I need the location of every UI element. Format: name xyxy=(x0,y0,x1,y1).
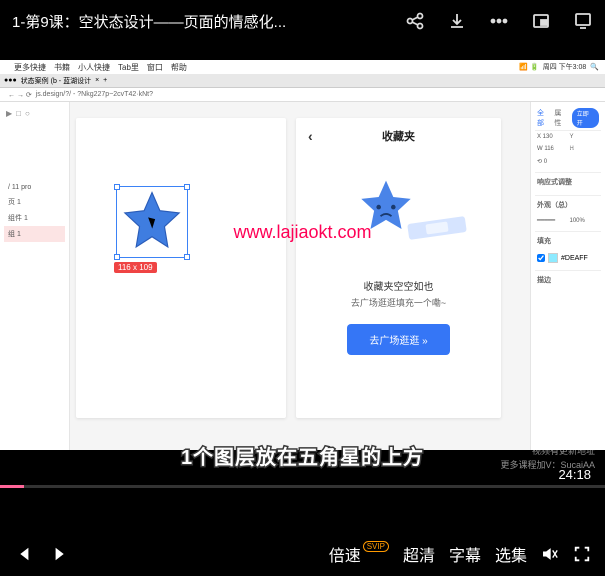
header-actions xyxy=(405,11,593,31)
artboard-2[interactable]: ‹ 收藏夹 收藏夹空空如也 去广场逛逛填充 xyxy=(296,118,501,418)
watermark-corner: 视频有更新地址 更多课程加V：SucaiAA xyxy=(500,445,595,472)
section-fill: 填充 xyxy=(535,231,601,250)
viewer-header: 1-第9课：空状态设计——页面的情感化... xyxy=(0,0,605,42)
pip-icon[interactable] xyxy=(531,11,551,31)
layer-row[interactable]: 页 1 xyxy=(4,194,65,210)
layer-row[interactable] xyxy=(4,242,65,255)
opacity-field[interactable]: 100% xyxy=(570,218,600,224)
section-responsive: 响应式调整 xyxy=(535,172,601,191)
bilibili-watermark: bilibili xyxy=(551,132,601,155)
url-text: js.design/?/ - ?Nkg227p~2cvT42·kNt? xyxy=(36,91,153,98)
video-area: 更多快捷 书籍 小人快捷 Tab里 窗口 帮助 📶 🔋 周四 下午3:08 🔍 … xyxy=(0,42,605,532)
panel-tabs: 全部 属性 立即开 xyxy=(535,106,601,131)
cta-button[interactable]: 去广场逛逛 » xyxy=(347,324,449,355)
selected-star[interactable]: 116 x 109 xyxy=(116,186,188,258)
fill-toggle[interactable] xyxy=(537,254,545,262)
layer-row-selected[interactable]: 组 1 xyxy=(4,226,65,242)
empty-subtitle: 去广场逛逛填充一个嘞~ xyxy=(296,296,501,310)
menu-item: 帮助 xyxy=(171,62,187,73)
device-label: / 11 pro xyxy=(4,181,65,194)
layer-row[interactable]: 组件 1 xyxy=(4,210,65,226)
watermark-url: www.lajiaokt.com xyxy=(233,222,371,243)
layer-row[interactable] xyxy=(4,255,65,268)
empty-illustration xyxy=(334,176,464,266)
mac-menubar: 更多快捷 书籍 小人快捷 Tab里 窗口 帮助 📶 🔋 周四 下午3:08 🔍 xyxy=(0,60,605,74)
color-swatch[interactable] xyxy=(548,253,558,263)
clock: 周四 下午3:08 xyxy=(543,62,587,72)
color-hex[interactable]: #DEAFF xyxy=(561,255,588,262)
back-icon[interactable]: ‹ xyxy=(308,128,313,144)
prev-icon[interactable] xyxy=(14,545,32,563)
cast-icon[interactable] xyxy=(573,11,593,31)
section-stroke: 描边 xyxy=(535,270,601,289)
menu-icon[interactable] xyxy=(489,11,509,31)
fullscreen-icon[interactable] xyxy=(573,545,591,563)
quality-button[interactable]: 超清 xyxy=(403,542,435,566)
subtitle-button[interactable]: 字幕 xyxy=(449,542,481,566)
empty-state-text: 收藏夹空空如也 去广场逛逛填充一个嘞~ xyxy=(296,280,501,310)
menu-item: 窗口 xyxy=(147,62,163,73)
share-icon[interactable] xyxy=(405,11,425,31)
dimension-label: 116 x 109 xyxy=(114,262,157,273)
next-icon[interactable] xyxy=(52,545,70,563)
progress-fill xyxy=(0,485,24,488)
artboard-1[interactable]: 116 x 109 xyxy=(76,118,286,418)
fill-color[interactable]: #DEAFF xyxy=(535,250,601,266)
wm-line2: 更多课程加V：SucaiAA xyxy=(500,459,595,473)
section-appearance: 外观（总） xyxy=(535,195,601,214)
menu-item: Tab里 xyxy=(118,62,139,73)
page-title: 1-第9课：空状态设计——页面的情感化... xyxy=(12,11,405,32)
upgrade-pill[interactable]: 立即开 xyxy=(572,108,599,128)
download-icon[interactable] xyxy=(447,11,467,31)
mute-icon[interactable] xyxy=(541,545,559,563)
wm-line1: 视频有更新地址 xyxy=(500,445,595,459)
empty-title: 收藏夹空空如也 xyxy=(296,280,501,296)
url-bar: ← → ⟳ js.design/?/ - ?Nkg227p~2cvT42·kNt… xyxy=(0,88,605,102)
left-toolbar: ▶ □ ○ xyxy=(4,106,65,121)
menu-item: 更多快捷 xyxy=(14,62,46,73)
tab-title: 状态案例 (b - 蓝湖设计 xyxy=(21,76,91,86)
episodes-button[interactable]: 选集 xyxy=(495,542,527,566)
design-app: ▶ □ ○ / 11 pro 页 1 组件 1 组 1 xyxy=(0,102,605,450)
tab-all[interactable]: 全部 xyxy=(537,108,550,128)
screen-title: 收藏夹 xyxy=(382,128,415,144)
tool-rect[interactable]: □ xyxy=(16,109,21,118)
tab-props[interactable]: 属性 xyxy=(554,108,567,128)
browser-tabs: ●●● 状态案例 (b - 蓝湖设计 ×+ xyxy=(0,74,605,88)
mobile-header: ‹ 收藏夹 xyxy=(296,118,501,154)
layers-panel: ▶ □ ○ / 11 pro 页 1 组件 1 组 1 xyxy=(0,102,70,450)
menu-item: 小人快捷 xyxy=(78,62,110,73)
video-frame: 更多快捷 书籍 小人快捷 Tab里 窗口 帮助 📶 🔋 周四 下午3:08 🔍 … xyxy=(0,60,605,450)
menu-item: 书籍 xyxy=(54,62,70,73)
progress-bar[interactable] xyxy=(0,485,605,488)
player-controls: 倍速SVIP 超清 字幕 选集 xyxy=(0,532,605,576)
tool-circle[interactable]: ○ xyxy=(25,109,30,118)
canvas[interactable]: 116 x 109 ‹ 收藏夹 xyxy=(70,102,530,450)
tool-play[interactable]: ▶ xyxy=(6,109,12,118)
speed-button[interactable]: 倍速SVIP xyxy=(329,542,389,566)
video-subtitle: 1个图层放在五角星的上方 xyxy=(181,441,424,470)
